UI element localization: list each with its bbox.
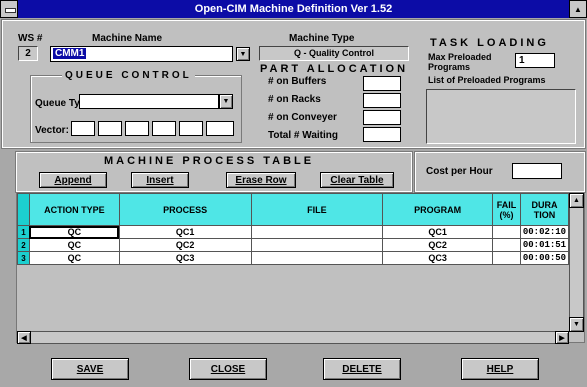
system-menu-button[interactable] [0,0,18,18]
machine-type-label: Machine Type [289,33,355,44]
arrow-left-icon: ◀ [21,334,27,342]
cell-duration[interactable]: 00:01:51 [519,238,570,252]
cell-program[interactable]: QC1 [382,225,493,239]
scroll-down-button[interactable]: ▼ [569,317,584,332]
buffers-input[interactable] [363,76,401,91]
preloaded-programs-list[interactable] [426,89,576,144]
total-waiting-label: Total # Waiting [268,130,338,141]
cell-action-type[interactable]: QC [28,238,120,252]
close-button[interactable]: CLOSE [189,358,267,380]
preloaded-list-label: List of Preloaded Programs [428,75,546,85]
cell-action-type[interactable]: QC [28,251,120,265]
cell-process[interactable]: QC3 [118,251,252,265]
column-header-file[interactable]: FILE [250,193,384,226]
cell-file[interactable] [250,251,384,265]
table-header-row: ACTION TYPE PROCESS FILE PROGRAM FAIL (%… [17,193,570,226]
help-button[interactable]: HELP [461,358,539,380]
save-button[interactable]: SAVE [51,358,129,380]
machine-name-label: Machine Name [92,33,163,44]
scroll-right-button[interactable]: ▶ [555,331,569,344]
window-title-bar: Open-CIM Machine Definition Ver 1.52 [0,0,587,18]
process-table: ACTION TYPE PROCESS FILE PROGRAM FAIL (%… [17,193,570,265]
cost-per-hour-label: Cost per Hour [426,166,493,177]
max-preloaded-label: Max Preloaded Programs [428,52,492,72]
chevron-down-icon: ▼ [222,98,230,105]
vector-input-4[interactable] [152,121,176,136]
machine-type-field[interactable]: Q - Quality Control [259,46,409,61]
ws-field[interactable]: 2 [18,46,38,61]
ws-label: WS # [18,33,43,44]
triangle-up-icon: ▲ [574,4,582,14]
cell-action-type[interactable]: QC [28,225,120,239]
cell-fail[interactable] [492,251,521,265]
arrow-right-icon: ▶ [559,334,565,342]
max-preloaded-input[interactable]: 1 [515,53,555,68]
table-row[interactable]: 2 QC QC2 QC2 00:01:51 [17,238,570,252]
erase-row-button[interactable]: Erase Row [226,172,296,188]
process-table-title: MACHINE PROCESS TABLE [104,155,315,167]
row-number[interactable]: 2 [17,238,30,252]
window-title: Open-CIM Machine Definition Ver 1.52 [194,3,393,15]
queue-type-dropdown-button[interactable]: ▼ [219,94,233,109]
vector-input-5[interactable] [179,121,203,136]
append-button[interactable]: Append [39,172,107,188]
buffers-label: # on Buffers [268,76,327,87]
chevron-down-icon: ▼ [239,50,247,58]
task-loading-title: TASK LOADING [430,37,549,49]
arrow-up-icon: ▲ [573,197,580,204]
column-header-action-type[interactable]: ACTION TYPE [28,193,120,226]
vector-input-3[interactable] [125,121,149,136]
cell-process[interactable]: QC1 [118,225,252,239]
row-number[interactable]: 3 [17,251,30,265]
scroll-left-button[interactable]: ◀ [17,331,31,344]
conveyer-input[interactable] [363,110,401,125]
machine-name-value: CMM1 [53,48,87,59]
cell-fail[interactable] [492,225,521,239]
row-number[interactable]: 1 [17,225,30,239]
insert-button[interactable]: Insert [131,172,189,188]
cell-fail[interactable] [492,238,521,252]
part-allocation-title: PART ALLOCATION [260,63,409,75]
table-row[interactable]: 3 QC QC3 QC3 00:00:50 [17,251,570,265]
column-header-program[interactable]: PROGRAM [382,193,493,226]
cost-per-hour-input[interactable] [512,163,562,179]
maximize-button[interactable]: ▲ [569,0,587,18]
racks-input[interactable] [363,93,401,108]
machine-name-input[interactable]: CMM1 [50,46,233,62]
horizontal-scrollbar[interactable] [17,331,569,344]
cell-duration[interactable]: 00:00:50 [519,251,570,265]
cell-duration[interactable]: 00:02:10 [519,225,570,239]
queue-control-title: QUEUE CONTROL [62,70,195,81]
machine-name-dropdown-button[interactable]: ▼ [236,47,250,61]
cell-process[interactable]: QC2 [118,238,252,252]
vertical-scrollbar[interactable] [569,193,584,332]
vector-input-2[interactable] [98,121,122,136]
scroll-up-button[interactable]: ▲ [569,193,584,208]
racks-label: # on Racks [268,94,321,105]
arrow-down-icon: ▼ [573,321,580,328]
column-header-duration[interactable]: DURA TION [519,193,570,226]
total-waiting-input[interactable] [363,127,401,142]
cell-program[interactable]: QC3 [382,251,493,265]
vector-input-6[interactable] [206,121,234,136]
conveyer-label: # on Conveyer [268,112,337,123]
vector-label: Vector: [35,125,69,136]
column-header-process[interactable]: PROCESS [118,193,252,226]
delete-button[interactable]: DELETE [323,358,401,380]
cell-file[interactable] [250,225,384,239]
queue-type-select[interactable] [79,94,219,109]
vector-input-1[interactable] [71,121,95,136]
column-header-fail[interactable]: FAIL (%) [492,193,521,226]
cell-file[interactable] [250,238,384,252]
table-row[interactable]: 1 QC QC1 QC1 00:02:10 [17,225,570,239]
table-corner [17,193,30,226]
clear-table-button[interactable]: Clear Table [320,172,394,188]
cell-program[interactable]: QC2 [382,238,493,252]
